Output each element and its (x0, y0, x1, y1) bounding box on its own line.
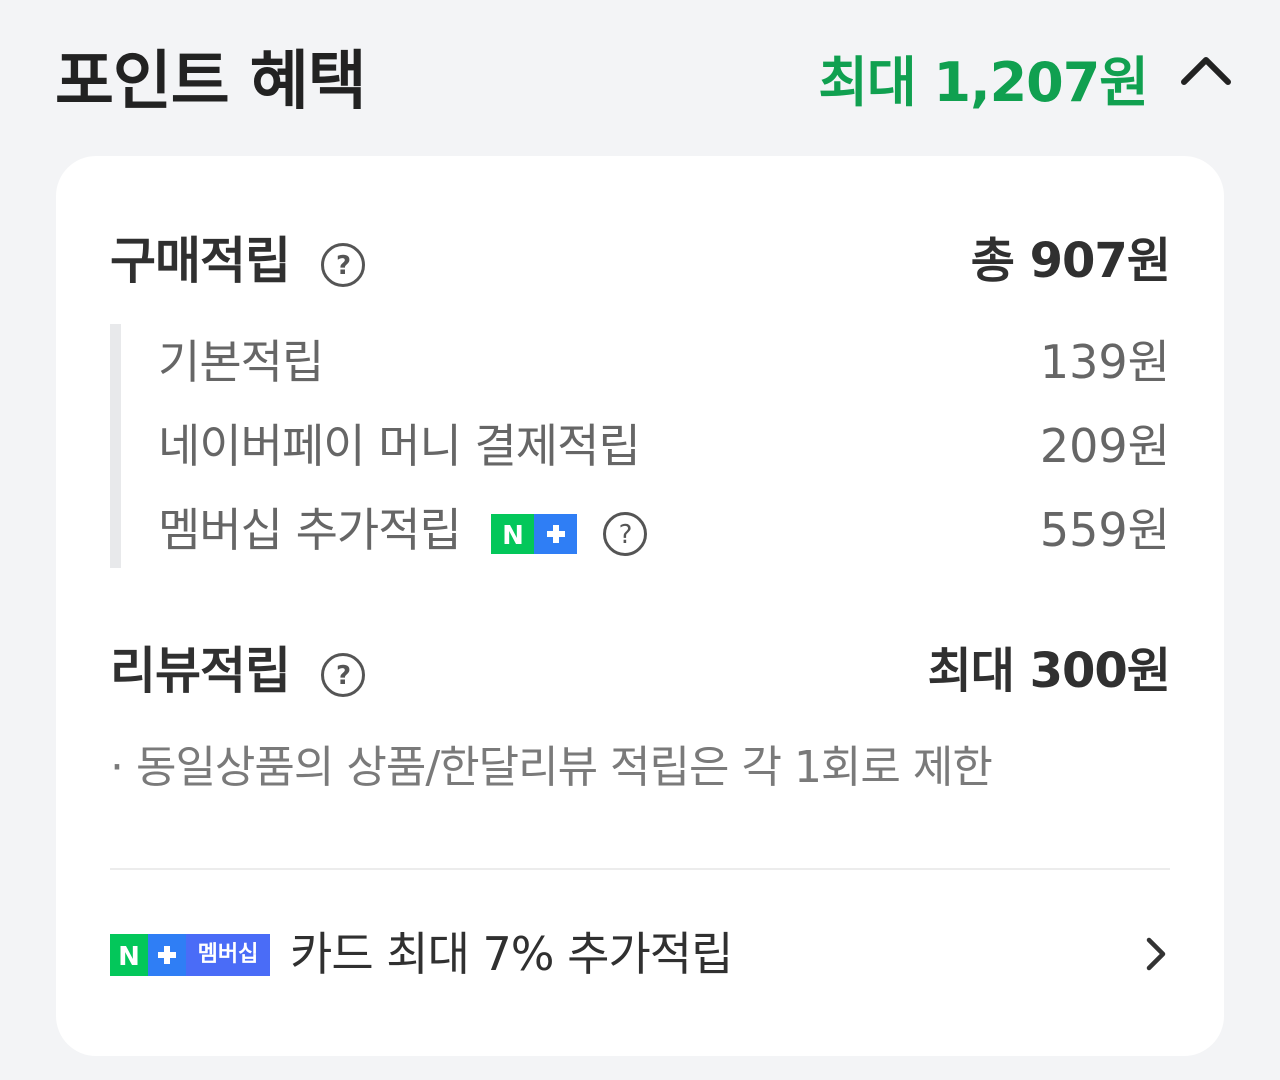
svg-text:?: ? (336, 661, 350, 691)
svg-text:?: ? (619, 520, 632, 550)
list-item: 기본적립 139원 (158, 324, 1170, 400)
review-section-title: 리뷰적립 (110, 642, 291, 700)
basic-points-label: 기본적립 (158, 335, 324, 389)
help-icon[interactable]: ? (320, 242, 366, 288)
svg-text:?: ? (336, 251, 350, 281)
review-section-header: 리뷰적립 ? 최대 300원 (110, 636, 1171, 706)
chevron-up-icon[interactable] (1178, 46, 1234, 94)
breakdown-indent-bar (110, 324, 121, 568)
purchase-section-title: 구매적립 (110, 232, 291, 290)
help-icon[interactable]: ? (320, 652, 366, 698)
naver-plus-badge-icon: N (490, 513, 577, 554)
points-card: 구매적립 ? 총 907원 기본적립 139원 네이버페이 머니 결제적립 20… (56, 156, 1224, 1056)
purchase-section-header: 구매적립 ? 총 907원 (110, 226, 1171, 296)
svg-text:N: N (118, 942, 140, 972)
list-item: 네이버페이 머니 결제적립 209원 (158, 408, 1170, 484)
purchase-section-title-wrap: 구매적립 ? (110, 226, 366, 296)
header-total-points: 최대 1,207원 (818, 51, 1149, 114)
help-icon[interactable]: ? (602, 511, 648, 557)
review-total: 최대 300원 (927, 643, 1171, 699)
review-section-title-wrap: 리뷰적립 ? (110, 636, 366, 706)
divider (110, 868, 1170, 870)
card-benefit-label: 카드 최대 7% 추가적립 (290, 927, 733, 981)
page-title: 포인트 혜택 (55, 45, 367, 119)
svg-text:N: N (502, 521, 523, 551)
membership-badge-text: 멤버십 (197, 942, 259, 967)
list-item: 멤버십 추가적립 N ? 559원 (158, 492, 1170, 568)
naver-plus-membership-badge: N 멤버십 (110, 934, 270, 976)
header: 포인트 혜택 최대 1,207원 (0, 0, 1280, 140)
membership-points-label-wrap: 멤버십 추가적립 N ? (158, 492, 648, 568)
chevron-right-icon[interactable] (1140, 934, 1170, 974)
card-benefit-link[interactable]: N 멤버십 카드 최대 7% 추가적립 (110, 916, 1170, 992)
purchase-total: 총 907원 (970, 233, 1171, 289)
membership-points-value: 559원 (1039, 503, 1170, 557)
purchase-breakdown-list: 기본적립 139원 네이버페이 머니 결제적립 209원 멤버십 추가적립 N … (110, 324, 1170, 568)
review-note: · 동일상품의 상품/한달리뷰 적립은 각 1회로 제한 (110, 742, 993, 793)
basic-points-value: 139원 (1039, 335, 1170, 389)
naverpay-money-points-label: 네이버페이 머니 결제적립 (158, 419, 641, 473)
naverpay-money-points-value: 209원 (1039, 419, 1170, 473)
membership-points-label: 멤버십 추가적립 (158, 503, 462, 557)
